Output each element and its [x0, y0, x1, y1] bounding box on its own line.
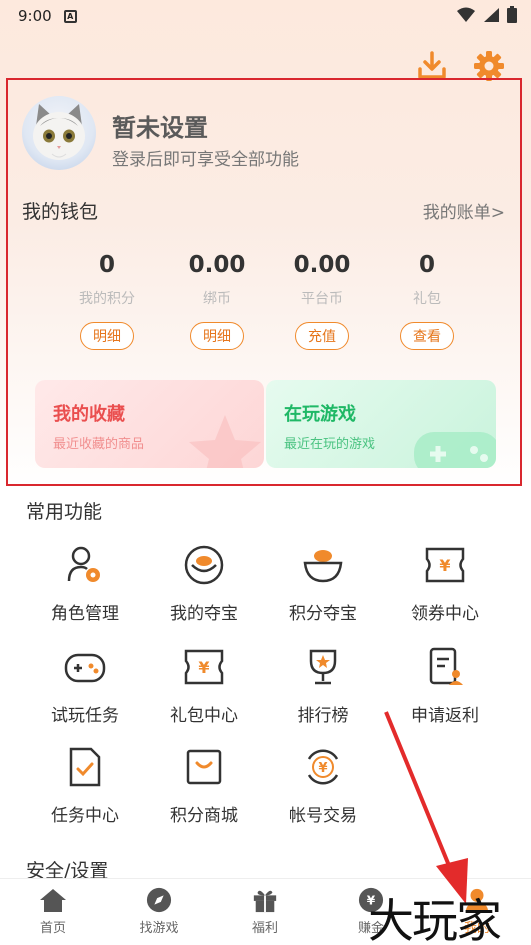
- playing-subtitle: 最近在玩的游戏: [284, 437, 376, 452]
- account-trade-icon: ¥: [307, 749, 339, 785]
- home-icon: [40, 889, 66, 912]
- grid-item-label: 排行榜: [297, 706, 349, 726]
- grid-item-label: 积分夺宝: [289, 604, 357, 624]
- my-bill-link[interactable]: 我的账单>: [423, 198, 505, 223]
- grid-item-points-treasure[interactable]: 积分夺宝: [264, 543, 382, 624]
- gamepad-decoration-icon: [414, 432, 496, 468]
- download-icon[interactable]: [417, 50, 447, 80]
- stat-value: 0: [98, 252, 115, 278]
- grid-item-label: 任务中心: [51, 806, 119, 826]
- grid-item-rebate[interactable]: 申请返利: [386, 645, 504, 726]
- status-indicators: [457, 6, 517, 23]
- stat-bound-coins: 0.00 绑币 明细: [162, 252, 272, 350]
- wallet-title: 我的钱包: [22, 201, 99, 223]
- grid-item-label: 申请返利: [411, 706, 479, 726]
- favorites-title: 我的收藏: [53, 404, 125, 425]
- nav-label: 福利: [251, 921, 278, 936]
- stat-label: 绑币: [203, 291, 231, 307]
- recharge-button[interactable]: 充值: [295, 322, 349, 350]
- watermark-text: 大玩家: [368, 894, 502, 945]
- grid-item-label: 礼包中心: [170, 706, 238, 726]
- nav-find-games[interactable]: 找游戏: [119, 887, 199, 936]
- gamepad-icon: [64, 653, 106, 683]
- grid-item-label: 我的夺宝: [170, 604, 238, 624]
- grid-item-label: 试玩任务: [51, 706, 119, 726]
- stat-platform-coins: 0.00 平台币 充值: [267, 252, 377, 350]
- grid-item-label: 积分商城: [170, 806, 238, 826]
- nav-label: 首页: [39, 921, 66, 936]
- points-treasure-icon: [303, 550, 343, 583]
- stat-value: 0.00: [188, 252, 246, 278]
- avatar[interactable]: [22, 96, 96, 170]
- notification-a-icon: A: [63, 9, 77, 23]
- bound-coins-detail-button[interactable]: 明细: [190, 322, 244, 350]
- svg-text:¥: ¥: [439, 556, 450, 575]
- coupon-icon: ¥: [425, 547, 465, 583]
- common-functions-title: 常用功能: [26, 501, 103, 523]
- stat-label: 礼包: [413, 291, 441, 307]
- grid-item-label: 帐号交易: [289, 806, 357, 826]
- my-treasure-icon: [184, 545, 224, 585]
- star-decoration-icon: [189, 415, 261, 468]
- points-detail-button[interactable]: 明细: [80, 322, 134, 350]
- nav-label: 找游戏: [139, 921, 179, 936]
- stat-points: 0 我的积分 明细: [52, 252, 162, 350]
- favorites-card[interactable]: 我的收藏 最近收藏的商品: [35, 380, 264, 468]
- username[interactable]: 暂未设置: [112, 108, 208, 143]
- compass-icon: [146, 887, 172, 913]
- cat-avatar-icon: [33, 104, 85, 160]
- task-doc-icon: [69, 747, 101, 787]
- trophy-icon: [309, 649, 337, 685]
- grid-item-label: 角色管理: [51, 604, 119, 624]
- role-manage-icon: [67, 546, 100, 582]
- svg-text:¥: ¥: [318, 761, 327, 776]
- stat-value: 0.00: [293, 252, 351, 278]
- stat-label: 我的积分: [79, 291, 135, 307]
- grid-item-leaderboard[interactable]: 排行榜: [264, 645, 382, 726]
- stat-value: 0: [418, 252, 435, 278]
- stat-label: 平台币: [301, 291, 343, 307]
- gift-icon: [253, 890, 277, 913]
- playing-games-card[interactable]: 在玩游戏 最近在玩的游戏: [266, 380, 496, 468]
- grid-item-role-manage[interactable]: 角色管理: [26, 543, 144, 624]
- gift-view-button[interactable]: 查看: [400, 322, 454, 350]
- stat-gift-packs: 0 礼包 查看: [372, 252, 482, 350]
- grid-item-my-treasure[interactable]: 我的夺宝: [145, 543, 263, 624]
- rebate-doc-icon: [429, 647, 463, 685]
- svg-text:¥: ¥: [198, 658, 209, 677]
- shop-bag-icon: [186, 749, 222, 785]
- favorites-subtitle: 最近收藏的商品: [53, 437, 145, 452]
- nav-welfare[interactable]: 福利: [225, 887, 305, 936]
- signal-icon: [484, 7, 499, 22]
- grid-item-label: 领券中心: [411, 604, 479, 624]
- grid-item-account-trade[interactable]: ¥ 帐号交易: [264, 745, 382, 826]
- status-bar: 9:00 A: [0, 0, 531, 32]
- status-time: 9:00: [18, 7, 52, 25]
- grid-item-gift-center[interactable]: ¥ 礼包中心: [145, 645, 263, 726]
- wifi-icon: [457, 7, 475, 22]
- grid-item-trial-task[interactable]: 试玩任务: [26, 645, 144, 726]
- grid-item-points-mall[interactable]: 积分商城: [145, 745, 263, 826]
- nav-home[interactable]: 首页: [13, 887, 93, 936]
- grid-item-coupon[interactable]: ¥ 领券中心: [386, 543, 504, 624]
- playing-title: 在玩游戏: [284, 404, 356, 425]
- battery-icon: [507, 6, 517, 23]
- grid-item-task-center[interactable]: 任务中心: [26, 745, 144, 826]
- login-hint[interactable]: 登录后即可享受全部功能: [112, 145, 299, 170]
- gift-ticket-icon: ¥: [184, 649, 224, 685]
